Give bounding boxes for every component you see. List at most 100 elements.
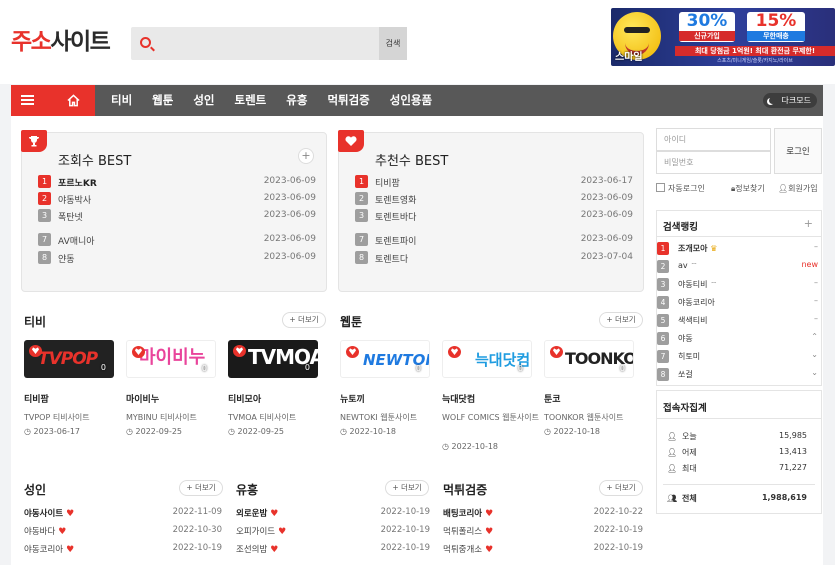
tv-section-title: 티비: [24, 315, 47, 329]
webtoon-section-title: 웹툰: [340, 315, 363, 329]
best-row[interactable]: 7 토렌트파이 2023-06-09: [355, 233, 633, 247]
nav-item-verify[interactable]: 먹튀검증: [327, 85, 369, 116]
comment-count: 0: [201, 364, 207, 373]
adult-more-button[interactable]: + 더보기: [179, 480, 223, 496]
heart-icon: [346, 346, 359, 358]
ranking-title: 검색랭킹: [663, 222, 698, 233]
heart-icon: [29, 345, 42, 357]
nav-item-torrent[interactable]: 토렌트: [235, 85, 267, 116]
user-icon: 👤︎: [778, 184, 789, 193]
user-icon: 👤︎: [667, 432, 678, 441]
list-item[interactable]: 오피가이드 ♥ 2022-10-19: [236, 525, 430, 539]
heart-icon: ♥: [58, 527, 67, 537]
ranking-row[interactable]: 2 av ⌔ new: [657, 260, 821, 273]
card-thumbnail: NEWTOKI 0: [340, 340, 430, 378]
heart-icon: [233, 345, 246, 357]
heart-icon: ♥: [485, 527, 494, 537]
card-thumbnail: 늑대닷컴 0: [442, 340, 532, 378]
ranking-row[interactable]: 7 히토미 ⌄: [657, 350, 821, 363]
site-logo[interactable]: 주소사이트: [11, 28, 111, 56]
nav-item-entertain[interactable]: 유흥: [286, 85, 307, 116]
recommend-best-panel: 추천수 BEST 1 티비팜 2023-06-17 2 토렌트영화 2023-06-09…: [338, 130, 644, 292]
best-row[interactable]: 1 포르노KR 2023-06-09: [38, 175, 316, 189]
visitor-stats-panel: 접속자집계 👤︎ 오늘 15,985 👤︎ 어제 13,413 👤︎ 최대 71,227 👥…: [656, 390, 822, 514]
tv-more-button[interactable]: + 더보기: [282, 312, 326, 328]
list-item[interactable]: 야동코리아 ♥ 2022-10-19: [24, 543, 222, 557]
recommend-best-title: 추천수 BEST: [375, 154, 449, 169]
search-button[interactable]: 검색: [379, 27, 407, 60]
user-id-field[interactable]: 아이디: [656, 128, 771, 151]
best-row[interactable]: 2 야동박사 2023-06-09: [38, 192, 316, 206]
menu-button[interactable]: [11, 85, 53, 116]
heart-icon: ♥: [485, 545, 494, 555]
login-button[interactable]: 로그인: [774, 128, 822, 174]
views-best-panel: 조회수 BEST + 1 포르노KR 2023-06-09 2 야동박사 2023-06…: [21, 130, 327, 292]
find-info-link[interactable]: 🔒︎정보찾기: [731, 183, 765, 194]
webtoon-more-button[interactable]: + 더보기: [599, 312, 643, 328]
entertain-more-button[interactable]: + 더보기: [385, 480, 429, 496]
best-row[interactable]: 3 토렌트바다 2023-06-09: [355, 209, 633, 223]
nav-item-tv[interactable]: 티비: [111, 85, 132, 116]
list-item[interactable]: 조선의밤 ♥ 2022-10-19: [236, 543, 430, 557]
search-ranking-panel: 검색랭킹 + 1 조개모아 ♛ – 2 av ⌔ new 3 야동티비 ⌔ – 4 야동코리아…: [656, 210, 822, 386]
card-thumbnail: TVPOP 0: [24, 340, 114, 378]
ad-banner[interactable]: 스마일 30% 신규가입 15% 무한매충 최대 당첨금 1억원! 최대 환전금 무…: [611, 8, 835, 66]
best-row[interactable]: 3 폭탄넷 2023-06-09: [38, 209, 316, 223]
search-icon: [140, 37, 151, 48]
best-row[interactable]: 8 얀동 2023-06-09: [38, 251, 316, 265]
heart-icon: ♥: [278, 527, 287, 537]
list-item[interactable]: 외로운밤 ♥ 2022-10-19: [236, 507, 430, 521]
trophy-icon: [29, 136, 39, 147]
card-thumbnail: TOONKOR 0: [544, 340, 634, 378]
ranking-row[interactable]: 8 쏘걸 ⌄: [657, 368, 821, 381]
entertain-section-title: 유흥: [236, 483, 259, 497]
ranking-more-button[interactable]: +: [804, 217, 813, 230]
nav-items: 티비 웹툰 성인 토렌트 유흥 먹튀검증 성인용품: [111, 85, 452, 116]
list-item[interactable]: 배팅코리아 ♥ 2022-10-22: [443, 507, 643, 521]
wifi-icon: ⌔: [690, 261, 698, 270]
best-row[interactable]: 2 토렌트영화 2023-06-09: [355, 192, 633, 206]
list-item[interactable]: 먹튀폴리스 ♥ 2022-10-19: [443, 525, 643, 539]
ranking-row[interactable]: 5 색색티비 –: [657, 314, 821, 327]
heart-icon: [448, 346, 461, 358]
views-best-more-button[interactable]: +: [298, 148, 314, 164]
main-nav: 티비 웹툰 성인 토렌트 유흥 먹튀검증 성인용품 다크모드: [11, 85, 823, 116]
card-thumbnail: TVMOA 0: [228, 340, 318, 378]
search-input[interactable]: [161, 33, 377, 55]
ranking-row[interactable]: 6 야동 ⌃: [657, 332, 821, 345]
list-item[interactable]: 야동바다 ♥ 2022-10-30: [24, 525, 222, 539]
card-thumbnail: 마이비누 0: [126, 340, 216, 378]
comment-count: 0: [415, 364, 421, 373]
site-header: 주소사이트 검색 스마일 30% 신규가입 15% 무한매충 최대 당첨금 1억원!…: [0, 0, 835, 84]
nav-item-goods[interactable]: 성인용품: [390, 85, 432, 116]
ranking-row[interactable]: 1 조개모아 ♛ –: [657, 242, 821, 255]
verify-more-button[interactable]: + 더보기: [599, 480, 643, 496]
adult-section-title: 성인: [24, 483, 47, 497]
heart-icon: [132, 346, 145, 358]
user-icon: 👤︎: [667, 448, 678, 457]
home-button[interactable]: [53, 85, 95, 116]
search-bar: 검색: [131, 27, 407, 60]
ranking-row[interactable]: 4 야동코리아 –: [657, 296, 821, 309]
heart-icon: ♥: [270, 509, 279, 519]
password-field[interactable]: 비밀번호: [656, 151, 771, 174]
heart-icon: ♥: [66, 509, 75, 519]
list-item[interactable]: 야동사이트 ♥ 2022-11-09: [24, 507, 222, 521]
dark-mode-toggle[interactable]: 다크모드: [763, 93, 817, 108]
best-row[interactable]: 8 토렌트다 2023-07-04: [355, 251, 633, 265]
auto-login-checkbox[interactable]: 자동로그인: [656, 183, 705, 194]
best-row[interactable]: 1 티비팜 2023-06-17: [355, 175, 633, 189]
nav-item-adult[interactable]: 성인: [193, 85, 214, 116]
list-item[interactable]: 먹튀중개소 ♥ 2022-10-19: [443, 543, 643, 557]
login-box: 아이디 비밀번호 로그인: [656, 128, 822, 174]
best-row[interactable]: 7 AV매니아 2023-06-09: [38, 233, 316, 247]
home-icon: [67, 94, 80, 107]
heart-icon: [345, 136, 357, 146]
join-link[interactable]: 👤︎회원가입: [778, 183, 818, 194]
user-icon: 👤︎: [667, 464, 678, 473]
heart-icon: ♥: [270, 545, 279, 555]
ranking-row[interactable]: 3 야동티비 ⌔ –: [657, 278, 821, 291]
comment-count: 0: [100, 363, 106, 372]
comment-count: 0: [517, 364, 523, 373]
nav-item-webtoon[interactable]: 웹툰: [152, 85, 173, 116]
